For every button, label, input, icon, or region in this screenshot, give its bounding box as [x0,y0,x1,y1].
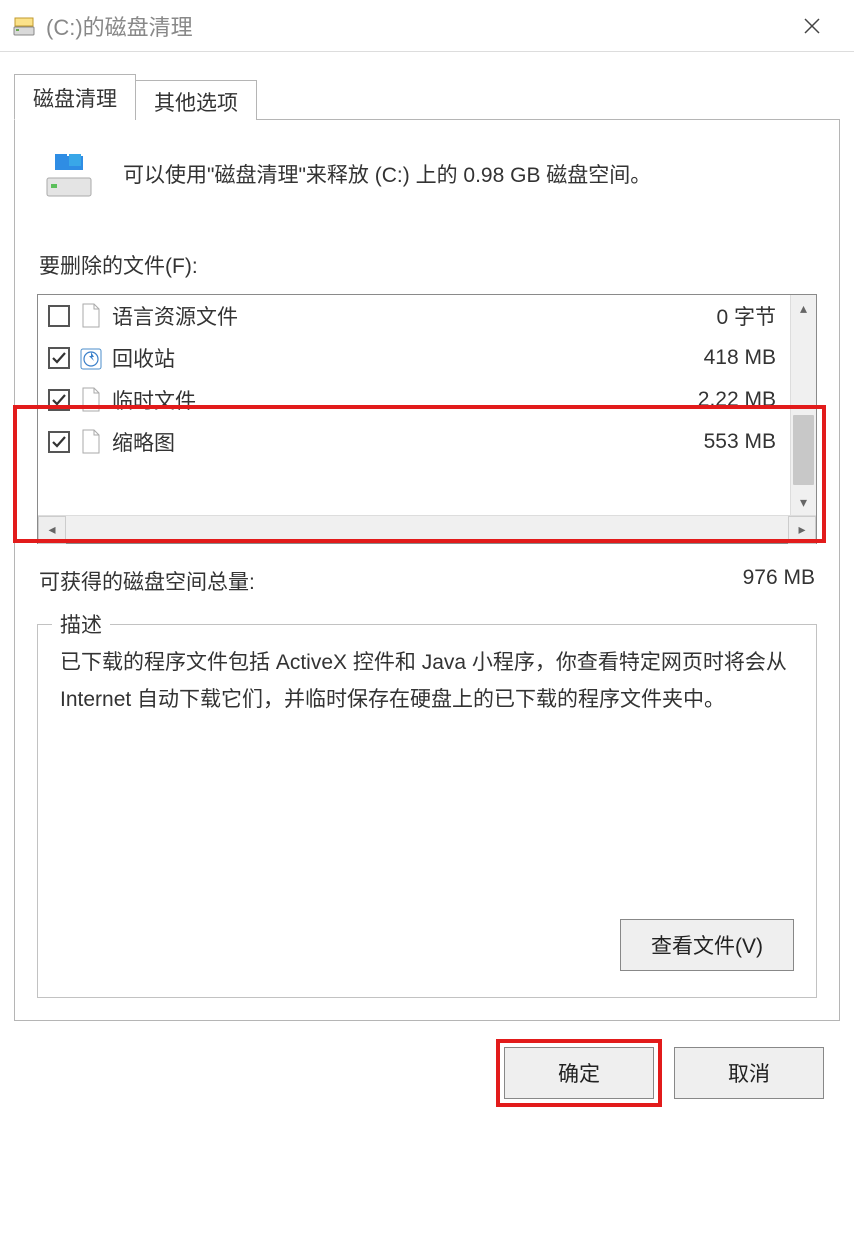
file-name: 回收站 [112,343,696,373]
file-icon [78,303,104,329]
scroll-down-icon[interactable]: ▾ [791,489,816,515]
file-name: 语言资源文件 [112,301,708,331]
file-icon [78,387,104,413]
file-size: 2.22 MB [698,388,780,412]
ok-button[interactable]: 确定 [504,1047,654,1099]
scroll-thumb[interactable] [793,415,814,485]
scroll-right-icon[interactable]: ▸ [788,516,816,544]
file-row[interactable]: 语言资源文件 0 字节 [38,295,790,337]
drive-icon [41,148,97,204]
tab-panel: 可以使用"磁盘清理"来释放 (C:) 上的 0.98 GB 磁盘空间。 要删除的… [14,119,840,1021]
cancel-button[interactable]: 取消 [674,1047,824,1099]
recycle-bin-icon [78,345,104,371]
file-size: 418 MB [704,346,780,370]
file-row[interactable]: 回收站 418 MB [38,337,790,379]
tab-strip: 磁盘清理 其他选项 [14,74,840,120]
checkbox[interactable] [48,389,70,411]
file-name: 缩略图 [112,427,696,457]
checkbox[interactable] [48,347,70,369]
view-files-button[interactable]: 查看文件(V) [620,919,794,971]
dialog-buttons: 确定 取消 [14,1021,840,1099]
description-fieldset: 描述 已下载的程序文件包括 ActiveX 控件和 Java 小程序，你查看特定… [37,624,817,998]
files-listbox: 语言资源文件 0 字节 回收站 418 MB [37,294,817,544]
info-text: 可以使用"磁盘清理"来释放 (C:) 上的 0.98 GB 磁盘空间。 [123,159,651,193]
file-size: 553 MB [704,430,780,454]
tab-disk-cleanup[interactable]: 磁盘清理 [14,74,136,120]
scroll-up-icon[interactable]: ▴ [791,295,816,321]
file-size: 0 字节 [716,301,780,331]
annotation-highlight: 确定 [504,1047,654,1099]
description-legend: 描述 [52,609,110,639]
file-row[interactable]: 缩略图 553 MB [38,421,790,463]
scroll-left-icon[interactable]: ◂ [38,516,66,544]
total-row: 可获得的磁盘空间总量: 976 MB [39,566,815,596]
files-label: 要删除的文件(F): [39,250,817,280]
disk-cleanup-icon [12,14,36,38]
vertical-scrollbar[interactable]: ▴ ▾ [790,295,816,515]
total-value: 976 MB [743,566,815,596]
total-label: 可获得的磁盘空间总量: [39,566,255,596]
checkbox[interactable] [48,305,70,327]
window-title: (C:)的磁盘清理 [46,10,782,42]
close-button[interactable] [782,0,842,52]
files-rows: 语言资源文件 0 字节 回收站 418 MB [38,295,790,515]
file-row[interactable]: 临时文件 2.22 MB [38,379,790,421]
dialog-content: 磁盘清理 其他选项 可以使用"磁盘清理"来释放 (C:) 上的 0.98 GB … [0,52,854,1099]
description-text: 已下载的程序文件包括 ActiveX 控件和 Java 小程序，你查看特定网页时… [60,645,794,719]
horizontal-scrollbar[interactable]: ◂ ▸ [38,515,816,543]
titlebar: (C:)的磁盘清理 [0,0,854,52]
file-icon [78,429,104,455]
info-row: 可以使用"磁盘清理"来释放 (C:) 上的 0.98 GB 磁盘空间。 [37,142,817,224]
close-icon [803,17,821,35]
checkbox[interactable] [48,431,70,453]
tab-more-options[interactable]: 其他选项 [135,80,257,120]
file-name: 临时文件 [112,385,690,415]
